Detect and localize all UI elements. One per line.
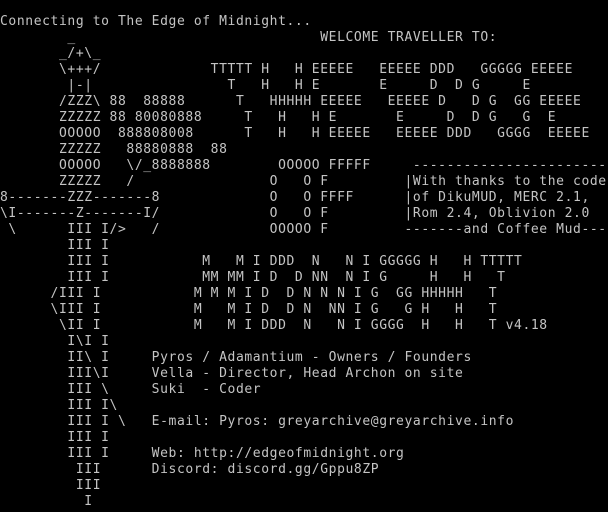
terminal-line: |-| T H H E E D D G E [0,78,531,93]
terminal-line: III I [0,238,110,253]
terminal-line: III I Web: http://edgeofmidnight.org [0,446,405,461]
terminal-line: Connecting to The Edge of Midnight... [0,14,312,29]
terminal-line: I [0,494,93,509]
mud-terminal-window[interactable]: Connecting to The Edge of Midnight... _ … [0,0,608,512]
terminal-line: OOOOO 888808008 T H H EEEEE EEEEE DDD GG… [0,126,590,141]
terminal-line: III I MM MM I D D NN N I G H H T [0,270,506,285]
terminal-line: \III I M M I D D N NN I G G H H T [0,302,498,317]
terminal-line: I\I I [0,334,110,349]
terminal-line: ZZZZZ / O O F |With thanks to the coders… [0,174,608,189]
terminal-line: /ZZZ\ 88 88888 T HHHHH EEEEE EEEEE D D G… [0,94,582,109]
terminal-line: II\ I Pyros / Adamantium - Owners / Foun… [0,350,472,365]
terminal-line: ZZZZZ 88880888 88 [0,142,228,157]
terminal-line: \II I M M I DDD N N I GGGG H H T v4.18 [0,318,548,333]
terminal-line: \ III I/> / OOOOO F -------and Coffee Mu… [0,222,608,237]
terminal-line: 8-------ZZZ-------8 O O FFFF |of DikuMUD… [0,190,608,205]
terminal-line: \+++/ TTTTT H H EEEEE EEEEE DDD GGGGG EE… [0,62,574,77]
terminal-line: ZZZZZ 88 80080888 T H H E E D D G G E [0,110,557,125]
terminal-line: III Discord: discord.gg/Gppu8ZP [0,462,380,477]
terminal-output: Connecting to The Edge of Midnight... _ … [0,14,608,510]
terminal-line: _/+\_ [0,46,102,61]
terminal-line: III I M M I DDD N N I GGGGG H H TTTTT [0,254,523,269]
terminal-line: III I\ [0,398,118,413]
terminal-line: III I [0,430,110,445]
terminal-line: III [0,478,102,493]
terminal-line: OOOOO \/_8888888 OOOOO FFFFF -----------… [0,158,607,173]
terminal-line: III \ Suki - Coder [0,382,262,397]
terminal-line: _ WELCOME TRAVELLER TO: [0,30,498,45]
terminal-line: /III I M M M I D D N N N I G GG HHHHH T [0,286,498,301]
terminal-line: \I-------Z-------I/ O O F |Rom 2.4, Obli… [0,206,608,221]
terminal-line: III I \ E-mail: Pyros: greyarchive@greya… [0,414,515,429]
terminal-line: III\I Vella - Director, Head Archon on s… [0,366,464,381]
